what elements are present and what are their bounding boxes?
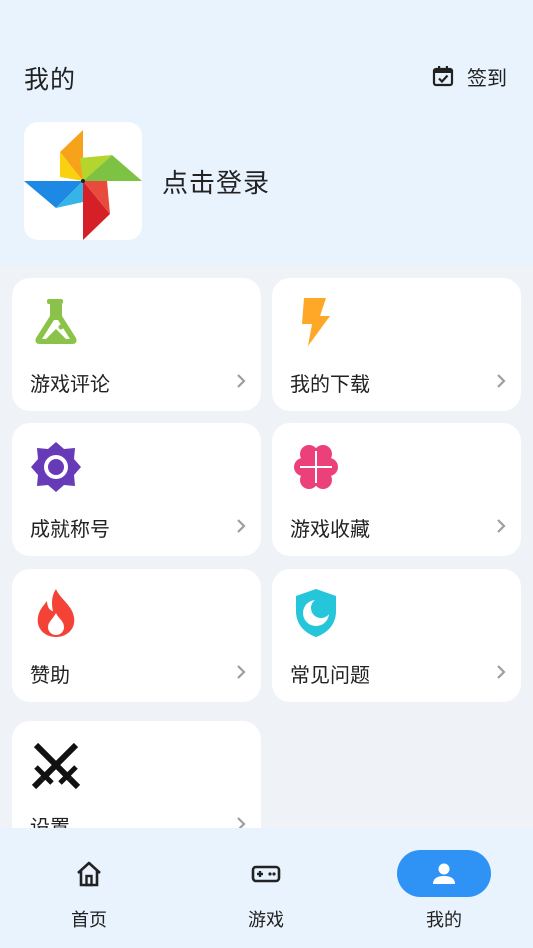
- nav-pill: [42, 850, 136, 897]
- chevron-right-icon: [497, 665, 506, 679]
- chevron-right-icon: [497, 374, 506, 388]
- card-sponsor[interactable]: 赞助: [12, 569, 261, 702]
- shield-moon-icon: [296, 589, 336, 637]
- chevron-right-icon: [237, 665, 246, 679]
- nav-label: 我的: [426, 910, 462, 931]
- chevron-right-icon: [237, 817, 246, 828]
- sun-badge-icon: [31, 442, 81, 492]
- clover-heart-icon: [294, 445, 338, 489]
- card-label: 成就称号: [30, 517, 110, 541]
- checkin-label: 签到: [467, 65, 507, 90]
- card-label: 设置: [30, 815, 70, 828]
- card-label: 常见问题: [290, 663, 370, 687]
- card-settings[interactable]: 设置: [12, 721, 261, 828]
- pinwheel-logo-icon: [24, 130, 142, 240]
- flask-icon: [35, 299, 77, 344]
- person-icon: [433, 863, 455, 884]
- card-label: 我的下载: [290, 372, 370, 396]
- login-area[interactable]: 点击登录: [24, 122, 270, 240]
- page-title: 我的: [24, 65, 77, 94]
- card-game-favorites[interactable]: 游戏收藏: [272, 423, 521, 556]
- nav-pill: [219, 850, 313, 897]
- avatar: [24, 122, 142, 240]
- nav-games[interactable]: 游戏: [218, 850, 314, 931]
- nav-label: 游戏: [248, 910, 284, 931]
- nav-label: 首页: [71, 910, 107, 931]
- card-my-downloads[interactable]: 我的下载: [272, 278, 521, 411]
- nav-home[interactable]: 首页: [41, 850, 137, 931]
- chevron-right-icon: [497, 519, 506, 533]
- chevron-right-icon: [237, 519, 246, 533]
- nav-pill-active: [397, 850, 491, 897]
- login-label: 点击登录: [162, 168, 271, 199]
- card-faq[interactable]: 常见问题: [272, 569, 521, 702]
- profile-header: 我的 签到 点击登录: [0, 0, 533, 266]
- feature-grid: 游戏评论 我的下载 成就称号 游戏收藏 赞助 常见问题 设置: [12, 278, 521, 828]
- chevron-right-icon: [237, 374, 246, 388]
- calendar-check-icon: [432, 66, 454, 87]
- home-icon: [77, 861, 101, 886]
- bottom-nav: 首页 游戏 我的: [0, 828, 533, 948]
- card-label: 游戏评论: [30, 372, 110, 396]
- lightning-icon: [302, 298, 330, 346]
- card-achievements[interactable]: 成就称号: [12, 423, 261, 556]
- nav-mine[interactable]: 我的: [396, 850, 492, 931]
- card-game-reviews[interactable]: 游戏评论: [12, 278, 261, 411]
- fire-icon: [37, 589, 75, 637]
- card-label: 赞助: [30, 663, 70, 687]
- app-root: 我的 签到 点击登录 游戏评论 我的下载 成就称号 游戏收藏 赞助 常见问题 设…: [0, 0, 533, 948]
- card-label: 游戏收藏: [290, 517, 370, 541]
- checkin-button[interactable]: 签到: [431, 60, 507, 92]
- crossed-swords-icon: [31, 742, 81, 790]
- gamepad-icon: [251, 865, 281, 882]
